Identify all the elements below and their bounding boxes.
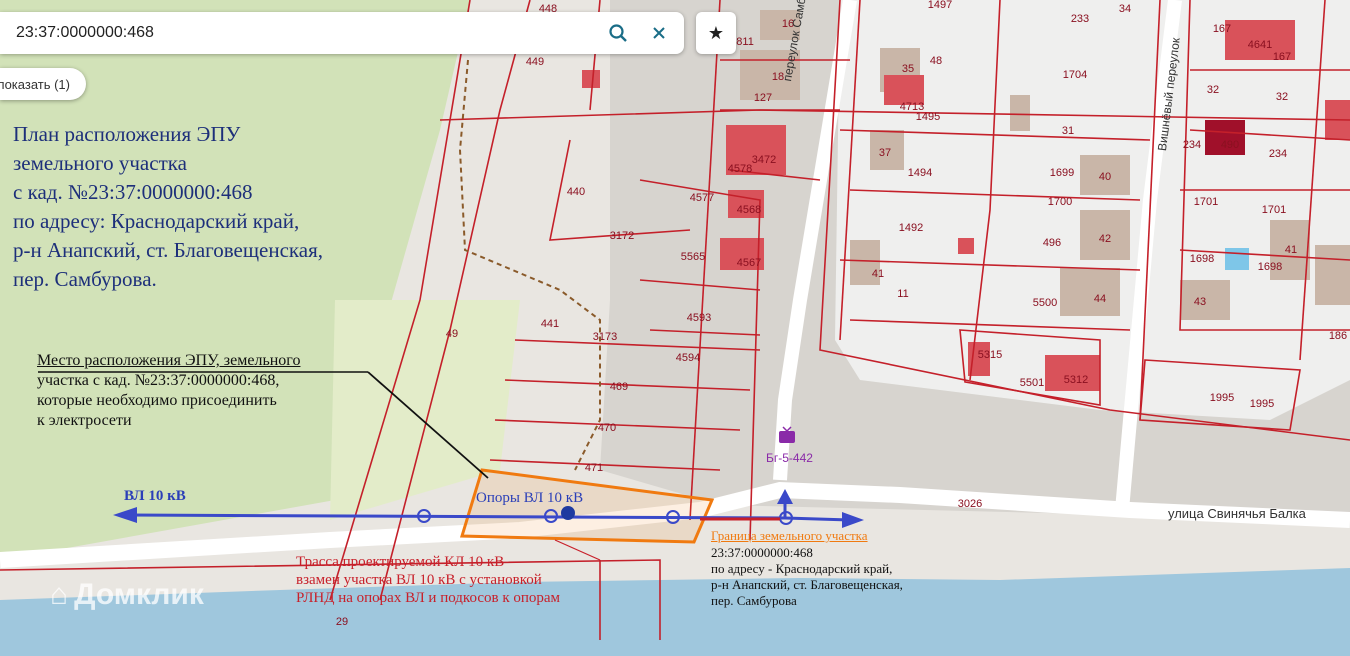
svg-text:1701: 1701 — [1262, 204, 1286, 216]
svg-text:233: 233 — [1071, 13, 1089, 25]
address-line: р-н Анапский, ст. Благовещенская, — [711, 577, 903, 592]
svg-text:470: 470 — [598, 422, 616, 434]
boundary-label: Граница земельного участка — [711, 528, 868, 543]
svg-text:49: 49 — [446, 328, 458, 340]
domclick-watermark: ⌂ Домклик — [50, 578, 204, 612]
svg-text:4567: 4567 — [737, 257, 761, 269]
address-line: по адресу - Краснодарский край, — [711, 561, 893, 576]
svg-text:1995: 1995 — [1250, 398, 1274, 410]
vl-label: ВЛ 10 кВ — [124, 488, 186, 504]
svg-text:1495: 1495 — [916, 111, 940, 123]
route-line: Трасса проектируемой КЛ 10 кВ — [296, 554, 505, 570]
show-results-button[interactable]: показать (1) — [0, 68, 86, 100]
house-icon: ⌂ — [50, 578, 69, 611]
search-bar — [0, 12, 684, 54]
svg-text:167: 167 — [1273, 51, 1291, 63]
svg-text:127: 127 — [754, 92, 772, 104]
svg-text:490: 490 — [1221, 139, 1239, 151]
close-icon[interactable] — [647, 21, 671, 45]
search-icon[interactable] — [606, 21, 630, 45]
svg-text:43: 43 — [1194, 296, 1206, 308]
svg-text:471: 471 — [585, 462, 603, 474]
watermark-text: Домклик — [74, 578, 204, 611]
poi-label: Бг-5-442 — [766, 451, 813, 465]
svg-text:3472: 3472 — [752, 154, 776, 166]
star-icon: ★ — [707, 22, 725, 44]
svg-text:44: 44 — [1094, 293, 1106, 305]
svg-text:1995: 1995 — [1210, 392, 1234, 404]
svg-text:3173: 3173 — [593, 331, 617, 343]
svg-text:440: 440 — [567, 186, 585, 198]
svg-text:32: 32 — [1276, 91, 1288, 103]
svg-text:1698: 1698 — [1258, 261, 1282, 273]
svg-text:5315: 5315 — [978, 349, 1002, 361]
svg-text:11: 11 — [897, 288, 908, 300]
svg-text:1698: 1698 — [1190, 253, 1214, 265]
svg-text:3172: 3172 — [610, 230, 634, 242]
svg-text:4594: 4594 — [676, 352, 700, 364]
svg-text:35: 35 — [902, 63, 914, 75]
svg-text:441: 441 — [541, 318, 559, 330]
svg-text:234: 234 — [1269, 148, 1287, 160]
search-input[interactable] — [14, 23, 578, 43]
note-line: которые необходимо присоединить — [37, 392, 277, 409]
pylon-icon[interactable] — [561, 506, 575, 520]
svg-text:32: 32 — [1207, 84, 1219, 96]
svg-text:449: 449 — [526, 56, 544, 68]
cadastral-map[interactable]: 448449 164811 18127 149723334 1671674641… — [0, 0, 1350, 656]
note-line: участка с кад. №23:37:0000000:468, — [37, 372, 280, 389]
svg-text:3026: 3026 — [958, 498, 982, 510]
svg-text:1497: 1497 — [928, 0, 952, 11]
svg-text:469: 469 — [610, 381, 628, 393]
route-label: Трасса проектируемой КЛ 10 кВ взамен уча… — [296, 553, 560, 607]
svg-text:41: 41 — [1285, 244, 1297, 256]
svg-text:34: 34 — [1119, 3, 1131, 15]
plot-address-label: 23:37:0000000:468 по адресу - Краснодарс… — [711, 545, 903, 609]
route-line: РЛНД на опорах ВЛ и подкосов к опорам — [296, 590, 561, 606]
address-line: 23:37:0000000:468 — [711, 545, 813, 560]
svg-text:1701: 1701 — [1194, 196, 1218, 208]
svg-text:4578: 4578 — [728, 163, 752, 175]
svg-text:1494: 1494 — [908, 167, 932, 179]
svg-text:5500: 5500 — [1033, 297, 1057, 309]
svg-text:167: 167 — [1213, 23, 1231, 35]
svg-text:29: 29 — [336, 616, 348, 628]
svg-text:5501: 5501 — [1020, 377, 1044, 389]
svg-text:1700: 1700 — [1048, 196, 1072, 208]
pylons-label: Опоры ВЛ 10 кВ — [476, 490, 584, 506]
map-title: План расположения ЭПУ земельного участка… — [13, 122, 324, 291]
svg-text:48: 48 — [930, 55, 942, 67]
svg-text:234: 234 — [1183, 139, 1201, 151]
svg-text:40: 40 — [1099, 171, 1111, 183]
note-line: к электросети — [37, 412, 132, 429]
pool — [1225, 248, 1249, 270]
svg-text:1704: 1704 — [1063, 69, 1087, 81]
plot-location-note: Место расположения ЭПУ, земельного участ… — [37, 351, 300, 431]
svg-text:496: 496 — [1043, 237, 1061, 249]
svg-text:4568: 4568 — [737, 204, 761, 216]
address-line: пер. Самбурова — [711, 593, 797, 608]
svg-text:42: 42 — [1099, 233, 1111, 245]
svg-text:1492: 1492 — [899, 222, 923, 234]
street-label-svinyachya: улица Свинячья Балка — [1168, 506, 1306, 521]
svg-text:1699: 1699 — [1050, 167, 1074, 179]
svg-text:4641: 4641 — [1248, 39, 1272, 51]
svg-text:5312: 5312 — [1064, 374, 1088, 386]
svg-text:4593: 4593 — [687, 312, 711, 324]
svg-text:4577: 4577 — [690, 192, 714, 204]
note-line: Место расположения ЭПУ, земельного — [37, 352, 301, 369]
svg-text:31: 31 — [1062, 125, 1074, 137]
svg-text:37: 37 — [879, 147, 891, 159]
svg-text:41: 41 — [872, 268, 884, 280]
svg-text:186: 186 — [1329, 330, 1347, 342]
favorite-button[interactable]: ★ — [696, 12, 736, 54]
svg-text:5565: 5565 — [681, 251, 705, 263]
route-line: взамен участка ВЛ 10 кВ с установкой — [296, 572, 542, 588]
